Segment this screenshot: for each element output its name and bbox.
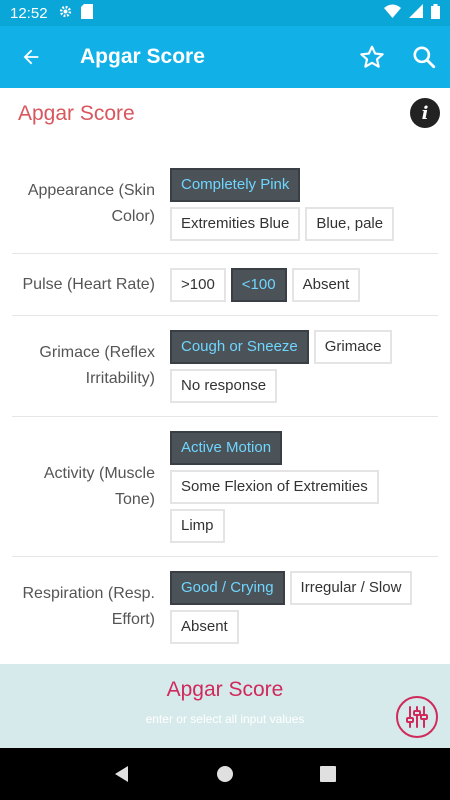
option-irregular-slow[interactable]: Irregular / Slow <box>289 571 413 605</box>
row-activity: Activity (Muscle Tone) Active Motion Som… <box>12 417 438 557</box>
info-icon: i <box>421 102 429 124</box>
nav-back-button[interactable] <box>102 754 142 794</box>
signal-icon <box>409 4 423 22</box>
option-some-flexion[interactable]: Some Flexion of Extremities <box>170 470 379 504</box>
option-pulse-over-100[interactable]: >100 <box>170 268 226 302</box>
status-time: 12:52 <box>10 4 48 22</box>
app-bar: Apgar Score <box>0 26 450 88</box>
info-button[interactable]: i <box>410 98 440 128</box>
arrow-left-icon <box>23 49 39 65</box>
label-grimace: Grimace (Reflex Irritability) <box>39 344 155 387</box>
gear-icon <box>58 4 73 23</box>
option-no-response[interactable]: No response <box>170 369 278 403</box>
circle-home-icon <box>216 766 233 782</box>
favorite-button[interactable] <box>346 26 398 88</box>
option-pulse-absent[interactable]: Absent <box>291 268 361 302</box>
square-recents-icon <box>320 766 337 782</box>
nav-recents-button[interactable] <box>308 754 348 794</box>
option-blue-pale[interactable]: Blue, pale <box>305 207 395 241</box>
label-appearance: Appearance (Skin Color) <box>27 182 155 225</box>
back-button[interactable] <box>0 26 62 88</box>
option-grimace[interactable]: Grimace <box>313 330 393 364</box>
result-title: Apgar Score <box>166 678 284 701</box>
row-appearance: Appearance (Skin Color) Completely Pink … <box>12 164 438 254</box>
star-outline-icon <box>360 45 384 68</box>
battery-icon <box>431 3 440 23</box>
option-limp[interactable]: Limp <box>170 509 225 543</box>
options-appearance: Completely Pink Extremities Blue Blue, p… <box>170 168 420 241</box>
option-cough-or-sneeze[interactable]: Cough or Sneeze <box>170 330 309 364</box>
search-button[interactable] <box>398 26 450 88</box>
row-grimace: Grimace (Reflex Irritability) Cough or S… <box>12 316 438 417</box>
adjust-button[interactable] <box>396 696 438 738</box>
search-icon <box>413 46 436 69</box>
label-respiration: Respiration (Resp. Effort) <box>22 585 156 628</box>
label-activity: Activity (Muscle Tone) <box>43 465 155 508</box>
label-pulse: Pulse (Heart Rate) <box>22 276 156 293</box>
options-respiration: Good / Crying Irregular / Slow Absent <box>170 571 430 644</box>
triangle-back-icon <box>114 766 128 782</box>
section-title: Apgar Score <box>18 102 135 125</box>
option-resp-absent[interactable]: Absent <box>170 610 239 644</box>
system-nav-bar <box>0 748 450 800</box>
nav-home-button[interactable] <box>205 754 245 794</box>
options-pulse: >100 <100 Absent <box>170 268 430 302</box>
options-grimace: Cough or Sneeze Grimace No response <box>170 330 410 403</box>
app-title: Apgar Score <box>80 45 205 68</box>
sd-card-icon <box>80 3 93 23</box>
option-pulse-under-100[interactable]: <100 <box>230 268 287 302</box>
result-panel: Apgar Score enter or select all input va… <box>0 664 450 748</box>
options-activity: Active Motion Some Flexion of Extremitie… <box>170 431 410 543</box>
option-good-crying[interactable]: Good / Crying <box>170 571 285 605</box>
row-pulse: Pulse (Heart Rate) >100 <100 Absent <box>12 254 438 316</box>
result-hint: enter or select all input values <box>145 712 305 726</box>
wifi-icon <box>384 4 401 22</box>
row-respiration: Respiration (Resp. Effort) Good / Crying… <box>12 557 438 660</box>
tune-sliders-icon <box>406 706 428 728</box>
option-extremities-blue[interactable]: Extremities Blue <box>170 207 301 241</box>
status-bar: 12:52 <box>0 0 450 26</box>
option-completely-pink[interactable]: Completely Pink <box>170 168 301 202</box>
option-active-motion[interactable]: Active Motion <box>170 431 283 465</box>
